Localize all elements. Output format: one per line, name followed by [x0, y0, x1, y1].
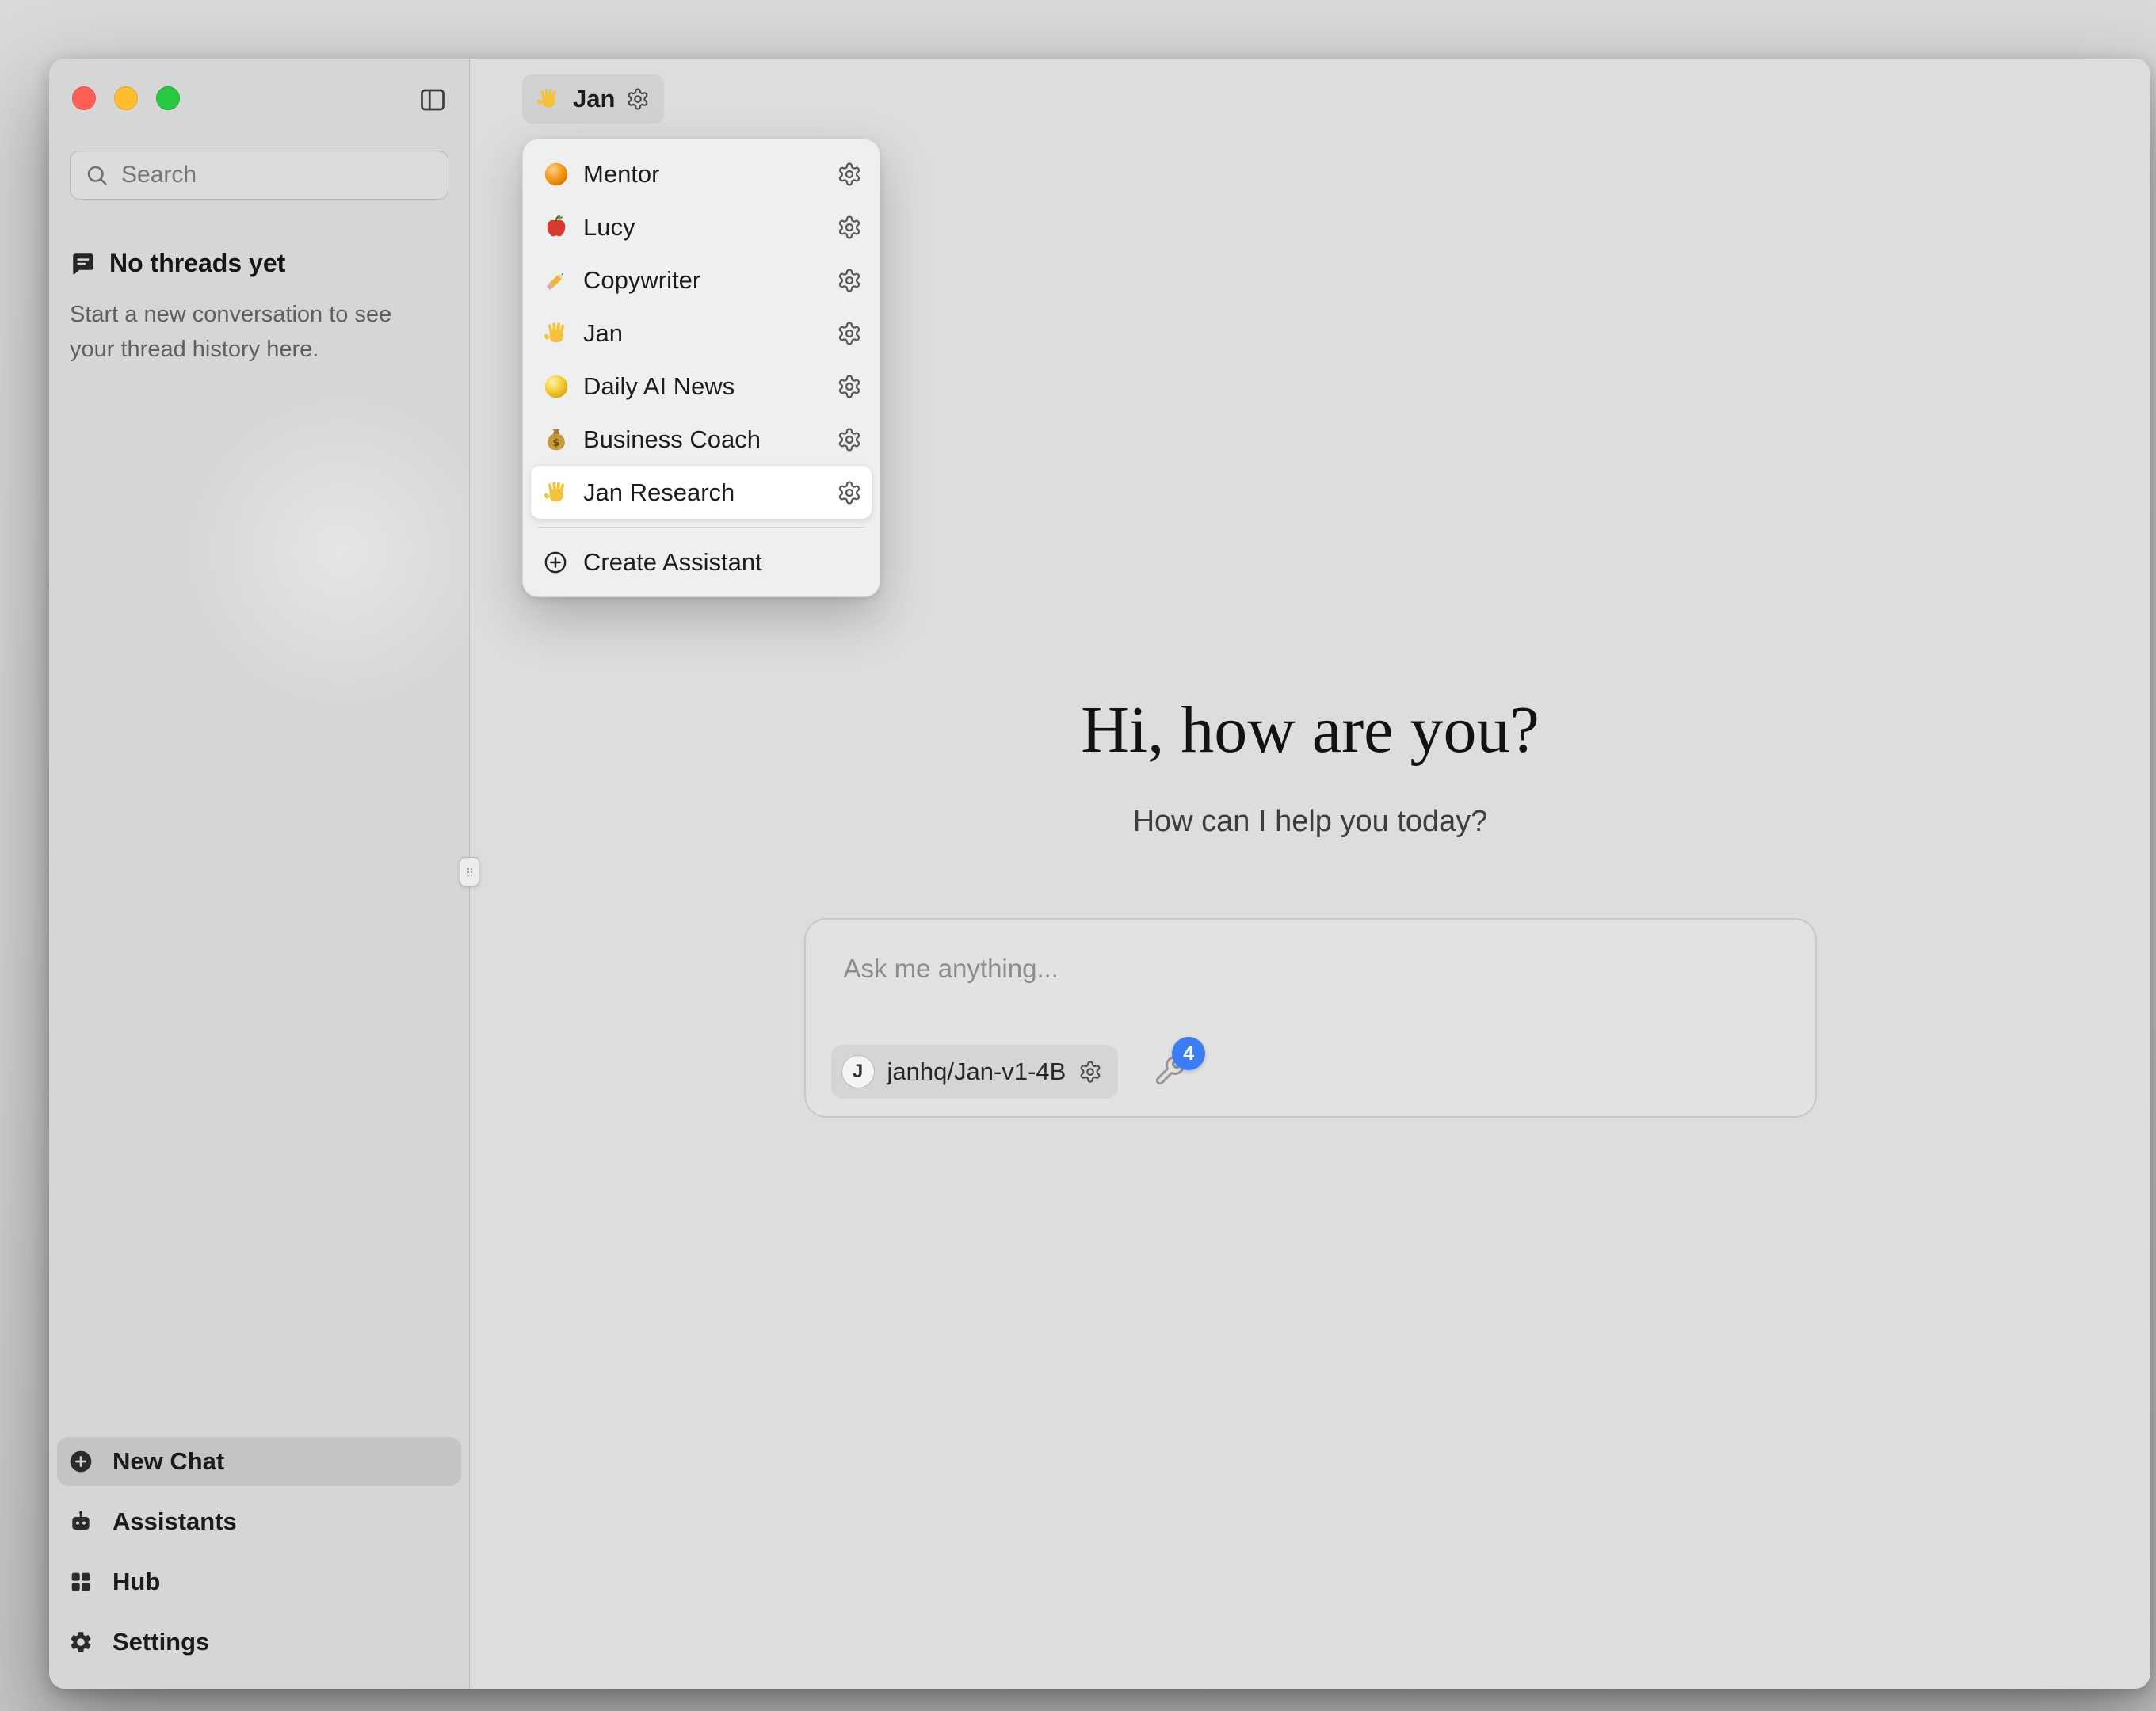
assistant-menu-item-label: Jan [583, 319, 824, 348]
sidebar-item-hub[interactable]: Hub [57, 1557, 461, 1606]
plus-circle-icon [68, 1449, 93, 1474]
assistant-menu-item-label: Business Coach [583, 425, 824, 454]
create-assistant-label: Create Assistant [583, 548, 762, 577]
assistant-item-gear-icon[interactable] [837, 427, 862, 452]
grip-dots-icon [464, 863, 476, 881]
nav-label: New Chat [113, 1447, 224, 1476]
assistant-menu-item-jan[interactable]: Jan [531, 307, 872, 360]
orange-ball-emoji-icon [542, 160, 570, 189]
wave-emoji-icon [535, 86, 562, 112]
panel-left-icon [418, 86, 447, 114]
wave-emoji-icon [542, 478, 570, 507]
chat-input[interactable] [842, 953, 1779, 985]
assistant-item-gear-icon[interactable] [837, 321, 862, 346]
assistant-menu-item-label: Jan Research [583, 478, 824, 507]
greeting-subtitle: How can I help you today? [470, 805, 2150, 839]
pencil-emoji-icon [542, 266, 570, 295]
assistant-menu-item-label: Daily AI News [583, 372, 824, 401]
assistant-menu-item-copywriter[interactable]: Copywriter [531, 253, 872, 307]
assistant-menu-item-lucy[interactable]: Lucy [531, 200, 872, 253]
assistant-menu-item-label: Copywriter [583, 266, 824, 295]
sidebar-item-assistants[interactable]: Assistants [57, 1497, 461, 1546]
chat-composer: J janhq/Jan-v1-4B 4 [804, 918, 1817, 1118]
model-selector-chip[interactable]: J janhq/Jan-v1-4B [831, 1045, 1119, 1099]
minimize-button[interactable] [114, 86, 138, 110]
assistant-item-gear-icon[interactable] [837, 374, 862, 399]
window-controls [72, 86, 180, 110]
tools-count-badge: 4 [1172, 1037, 1205, 1070]
empty-state-title: No threads yet [109, 249, 285, 278]
create-assistant-button[interactable]: Create Assistant [531, 535, 872, 589]
tools-button[interactable]: 4 [1153, 1054, 1188, 1089]
model-avatar: J [841, 1055, 875, 1088]
menu-divider [537, 527, 865, 528]
apple-emoji-icon [542, 213, 570, 242]
plus-circle-outline-icon [542, 549, 569, 576]
assistant-item-gear-icon[interactable] [837, 268, 862, 293]
main-area: Jan Mentor Lucy Copywriter Jan [470, 59, 2150, 1689]
model-settings-gear-icon[interactable] [1078, 1060, 1102, 1084]
chat-bubble-icon [70, 250, 97, 277]
hub-grid-icon [68, 1569, 93, 1595]
nav-label: Hub [113, 1568, 160, 1596]
close-button[interactable] [72, 86, 96, 110]
sidebar-item-new-chat[interactable]: New Chat [57, 1437, 461, 1486]
sidebar-nav: New Chat Assistants Hub Settings [49, 1437, 469, 1689]
assistant-menu-item-mentor[interactable]: Mentor [531, 147, 872, 200]
sidebar-toggle-button[interactable] [417, 84, 448, 116]
sidebar-item-settings[interactable]: Settings [57, 1618, 461, 1667]
assistant-item-gear-icon[interactable] [837, 480, 862, 505]
assistant-menu-item-daily-ai-news[interactable]: Daily AI News [531, 360, 872, 413]
model-name: janhq/Jan-v1-4B [887, 1057, 1067, 1086]
nav-label: Settings [113, 1628, 209, 1656]
assistant-dropdown-menu: Mentor Lucy Copywriter Jan Daily AI News [522, 139, 880, 597]
current-assistant-name: Jan [573, 85, 615, 113]
assistant-gear-icon[interactable] [626, 87, 650, 111]
assistant-menu-item-label: Mentor [583, 160, 824, 189]
search-icon [85, 163, 109, 187]
assistant-menu-item-jan-research[interactable]: Jan Research [531, 466, 872, 519]
assistant-menu-item-business-coach[interactable]: Business Coach [531, 413, 872, 466]
sidebar: No threads yet Start a new conversation … [49, 59, 470, 1689]
greeting-block: Hi, how are you? How can I help you toda… [470, 697, 2150, 839]
search-input[interactable] [120, 161, 433, 189]
money-bag-emoji-icon [542, 425, 570, 454]
search-field[interactable] [70, 151, 448, 200]
nav-label: Assistants [113, 1507, 237, 1536]
assistant-item-gear-icon[interactable] [837, 162, 862, 187]
app-window: No threads yet Start a new conversation … [49, 59, 2150, 1689]
pane-resize-handle[interactable] [460, 857, 479, 886]
assistant-menu-item-label: Lucy [583, 213, 824, 242]
assistants-bot-icon [68, 1509, 93, 1534]
zoom-button[interactable] [156, 86, 180, 110]
threads-empty-state: No threads yet Start a new conversation … [70, 249, 448, 367]
greeting-title: Hi, how are you? [470, 697, 2150, 764]
settings-gear-icon [68, 1629, 93, 1655]
yellow-ball-emoji-icon [542, 372, 570, 401]
assistant-selector-button[interactable]: Jan [522, 74, 664, 124]
wave-emoji-icon [542, 319, 570, 348]
assistant-item-gear-icon[interactable] [837, 215, 862, 240]
empty-state-description: Start a new conversation to see your thr… [70, 297, 420, 367]
